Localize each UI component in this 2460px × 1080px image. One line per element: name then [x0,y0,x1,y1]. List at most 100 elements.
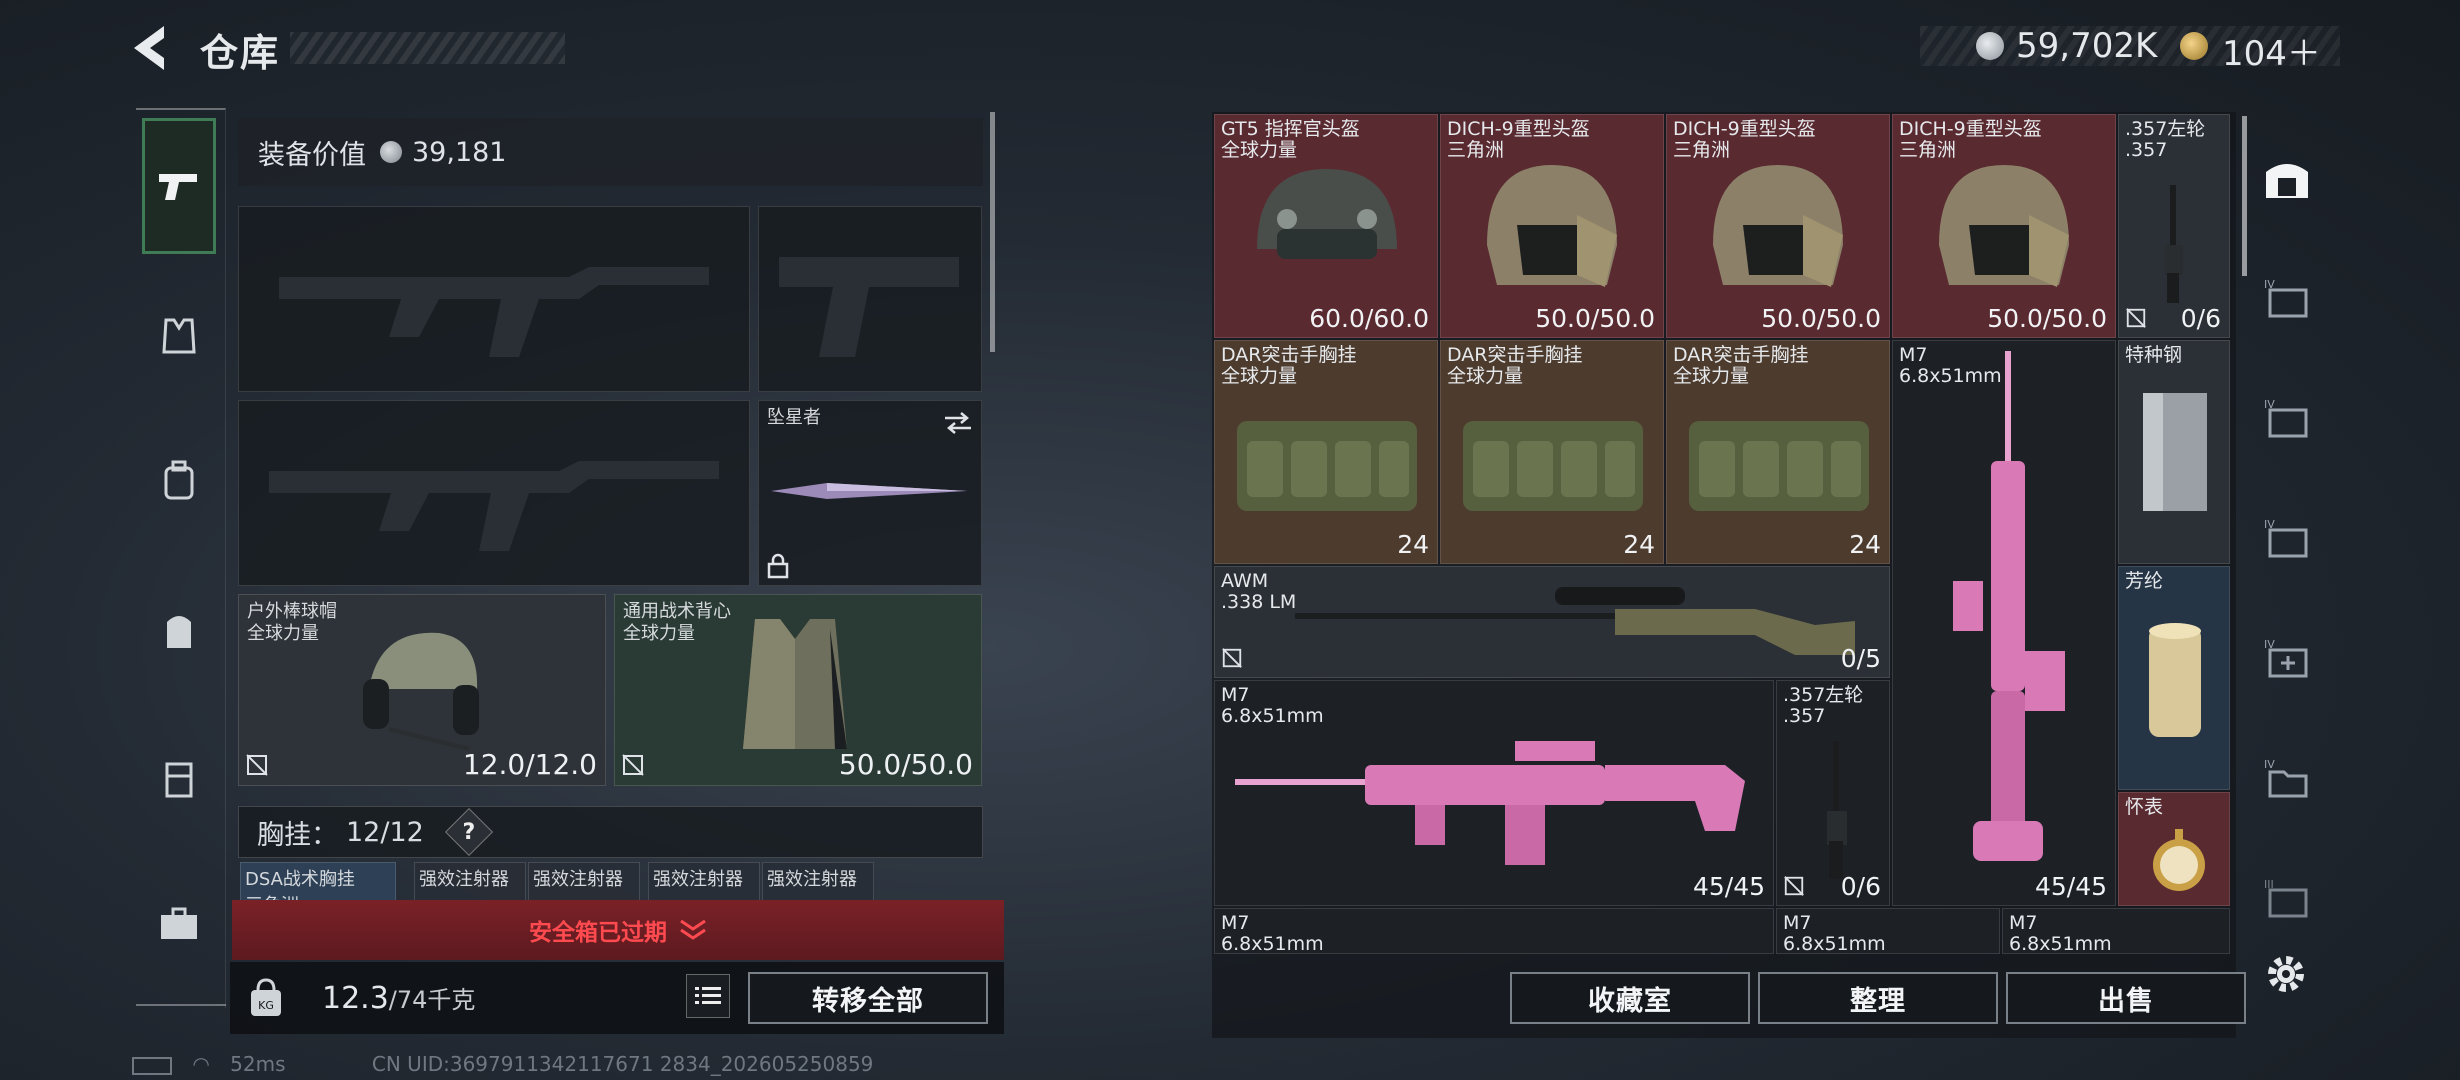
knife-icon [771,483,967,499]
image-box-icon: III [2264,878,2308,918]
tab-storage-4b[interactable]: IV [2258,390,2316,446]
tab-folder-storage[interactable]: IV [2258,750,2316,806]
no-insure-icon [622,754,644,776]
item-ammo: 45/45 [2034,872,2107,901]
item-sub: .357 [2125,139,2168,161]
swap-icon[interactable] [943,411,973,435]
svg-text:IV: IV [2264,758,2275,771]
grid-scrollbar[interactable] [2242,116,2247,276]
grid-item-chest-rig[interactable]: DAR突击手胸挂 全球力量 24 [1214,340,1438,564]
pistol-silhouette-icon [779,257,959,357]
item-name: .357左轮 [2125,118,2206,140]
injector-item[interactable]: 强效注射器 [414,862,526,902]
medical-box-icon: IV [2264,638,2308,678]
grid-item-rifle-vertical[interactable]: M7 6.8x51mm 45/45 [1892,340,2116,906]
item-ammo: 0/6 [2180,304,2221,333]
sidebar-item-vest[interactable] [142,296,216,376]
fabric-roll-icon [2149,623,2201,737]
injector-item[interactable]: 强效注射器 [648,862,760,902]
armor-slot[interactable]: 通用战术背心 全球力量 50.0/50.0 [614,594,982,786]
tab-storage-4[interactable]: IV [2258,270,2316,326]
item-name: M7 [1221,684,1250,706]
injector-item[interactable]: 强效注射器 [762,862,874,902]
sidebar-item-toolbox[interactable] [142,884,216,964]
pistol-slot[interactable] [758,206,982,392]
collection-room-button[interactable]: 收藏室 [1510,972,1750,1024]
rig-item[interactable]: DSA战术胸挂 三角洲 [240,862,396,916]
sidebar-item-weapons[interactable] [142,118,216,254]
heavy-helmet-icon [1487,165,1617,287]
tab-image-storage[interactable]: III [2258,870,2316,926]
item-name: 怀表 [2125,796,2164,818]
grid-item-special-steel[interactable]: 特种钢 [2118,340,2230,564]
item-durability: 50.0/50.0 [1987,304,2107,333]
item-name: DICH-9重型头盔 [1673,118,1816,140]
tab-storage-4c[interactable]: IV [2258,510,2316,566]
helmet-region: 全球力量 [247,623,319,644]
grid-item-helmet[interactable]: DICH-9重型头盔 三角洲 50.0/50.0 [1892,114,2116,338]
sidebar-divider [136,1004,226,1006]
heavy-helmet-icon [1713,165,1843,287]
primary-weapon-slot[interactable] [238,206,750,392]
item-name: DICH-9重型头盔 [1447,118,1590,140]
vest-capacity: 12/12 [346,816,424,848]
grid-item-sniper[interactable]: AWM .338 LM 0/5 [1214,566,1890,678]
grid-item-chest-rig[interactable]: DAR突击手胸挂 全球力量 24 [1666,340,1890,564]
grid-item-helmet[interactable]: DICH-9重型头盔 三角洲 50.0/50.0 [1440,114,1664,338]
sidebar-item-case[interactable] [142,738,216,818]
grid-item-rifle[interactable]: M7 6.8x51mm [2002,908,2230,954]
grid-item-revolver[interactable]: .357左轮 .357 0/6 [2118,114,2230,338]
grid-item-rifle[interactable]: M7 6.8x51mm 45/45 [1214,680,1774,906]
money-amount: 59,702K [2016,26,2158,66]
item-sub: 6.8x51mm [2009,933,2112,954]
help-icon[interactable]: ? [444,807,493,857]
sidebar-item-backpack[interactable] [142,440,216,520]
injector-item-name: 强效注射器 [653,869,743,890]
steel-bar-icon [2143,393,2207,511]
weight-current: 12.3 [322,981,389,1016]
grid-item-helmet[interactable]: GT5 指挥官头盔 全球力量 60.0/60.0 [1214,114,1438,338]
sniper-rifle-icon [1295,587,1855,655]
ticket-amount[interactable]: 104＋ [2222,26,2321,75]
equip-value-amount: 39,181 [412,136,507,168]
storage-box-icon: IV [2264,278,2308,318]
heavy-helmet-icon [1939,165,2069,287]
sidebar-item-bag[interactable] [142,590,216,670]
injector-item-name: 强效注射器 [419,869,509,890]
gold-coin-icon [2180,32,2208,60]
grid-item-revolver[interactable]: .357左轮 .357 0/6 [1776,680,1890,906]
injector-item[interactable]: 强效注射器 [528,862,640,902]
tab-warehouse[interactable] [2258,150,2316,206]
grid-item-chest-rig[interactable]: DAR突击手胸挂 全球力量 24 [1440,340,1664,564]
secondary-weapon-slot[interactable] [238,400,750,586]
safebox-expired-alert[interactable]: 安全箱已过期 [232,900,1004,960]
rig-item-name: DSA战术胸挂 [245,869,355,890]
grid-item-helmet[interactable]: DICH-9重型头盔 三角洲 50.0/50.0 [1666,114,1890,338]
chest-rig-section[interactable]: 胸挂： 12/12 ? [238,806,983,858]
tab-medical-storage[interactable]: IV [2258,630,2316,686]
injector-item-name: 强效注射器 [533,869,623,890]
sort-button[interactable]: 整理 [1758,972,1998,1024]
grid-item-aramid[interactable]: 芳纶 [2118,566,2230,790]
melee-name: 坠星者 [767,407,821,428]
folder-icon: IV [2264,758,2308,798]
back-arrow-icon[interactable] [130,22,178,74]
bag-icon [167,616,191,648]
grid-item-rifle[interactable]: M7 6.8x51mm [1776,908,2000,954]
injector-item-name: 强效注射器 [767,869,857,890]
armor-region: 全球力量 [623,623,695,644]
grid-item-rifle[interactable]: M7 6.8x51mm [1214,908,1774,954]
item-ammo: 45/45 [1692,872,1765,901]
backpack-icon [164,460,194,500]
transfer-all-button[interactable]: 转移全部 [748,972,988,1024]
list-view-button[interactable] [686,974,730,1018]
left-scrollbar[interactable] [990,112,995,352]
sell-button[interactable]: 出售 [2006,972,2246,1024]
item-sub: 6.8x51mm [1783,933,1886,954]
gear-icon[interactable] [2264,952,2308,996]
weight-icon: KG [251,978,281,1016]
grid-item-pocket-watch[interactable]: 怀表 [2118,792,2230,906]
item-sub: 全球力量 [1221,139,1298,161]
helmet-slot[interactable]: 户外棒球帽 全球力量 12.0/12.0 [238,594,606,786]
melee-slot[interactable]: 坠星者 [758,400,982,586]
